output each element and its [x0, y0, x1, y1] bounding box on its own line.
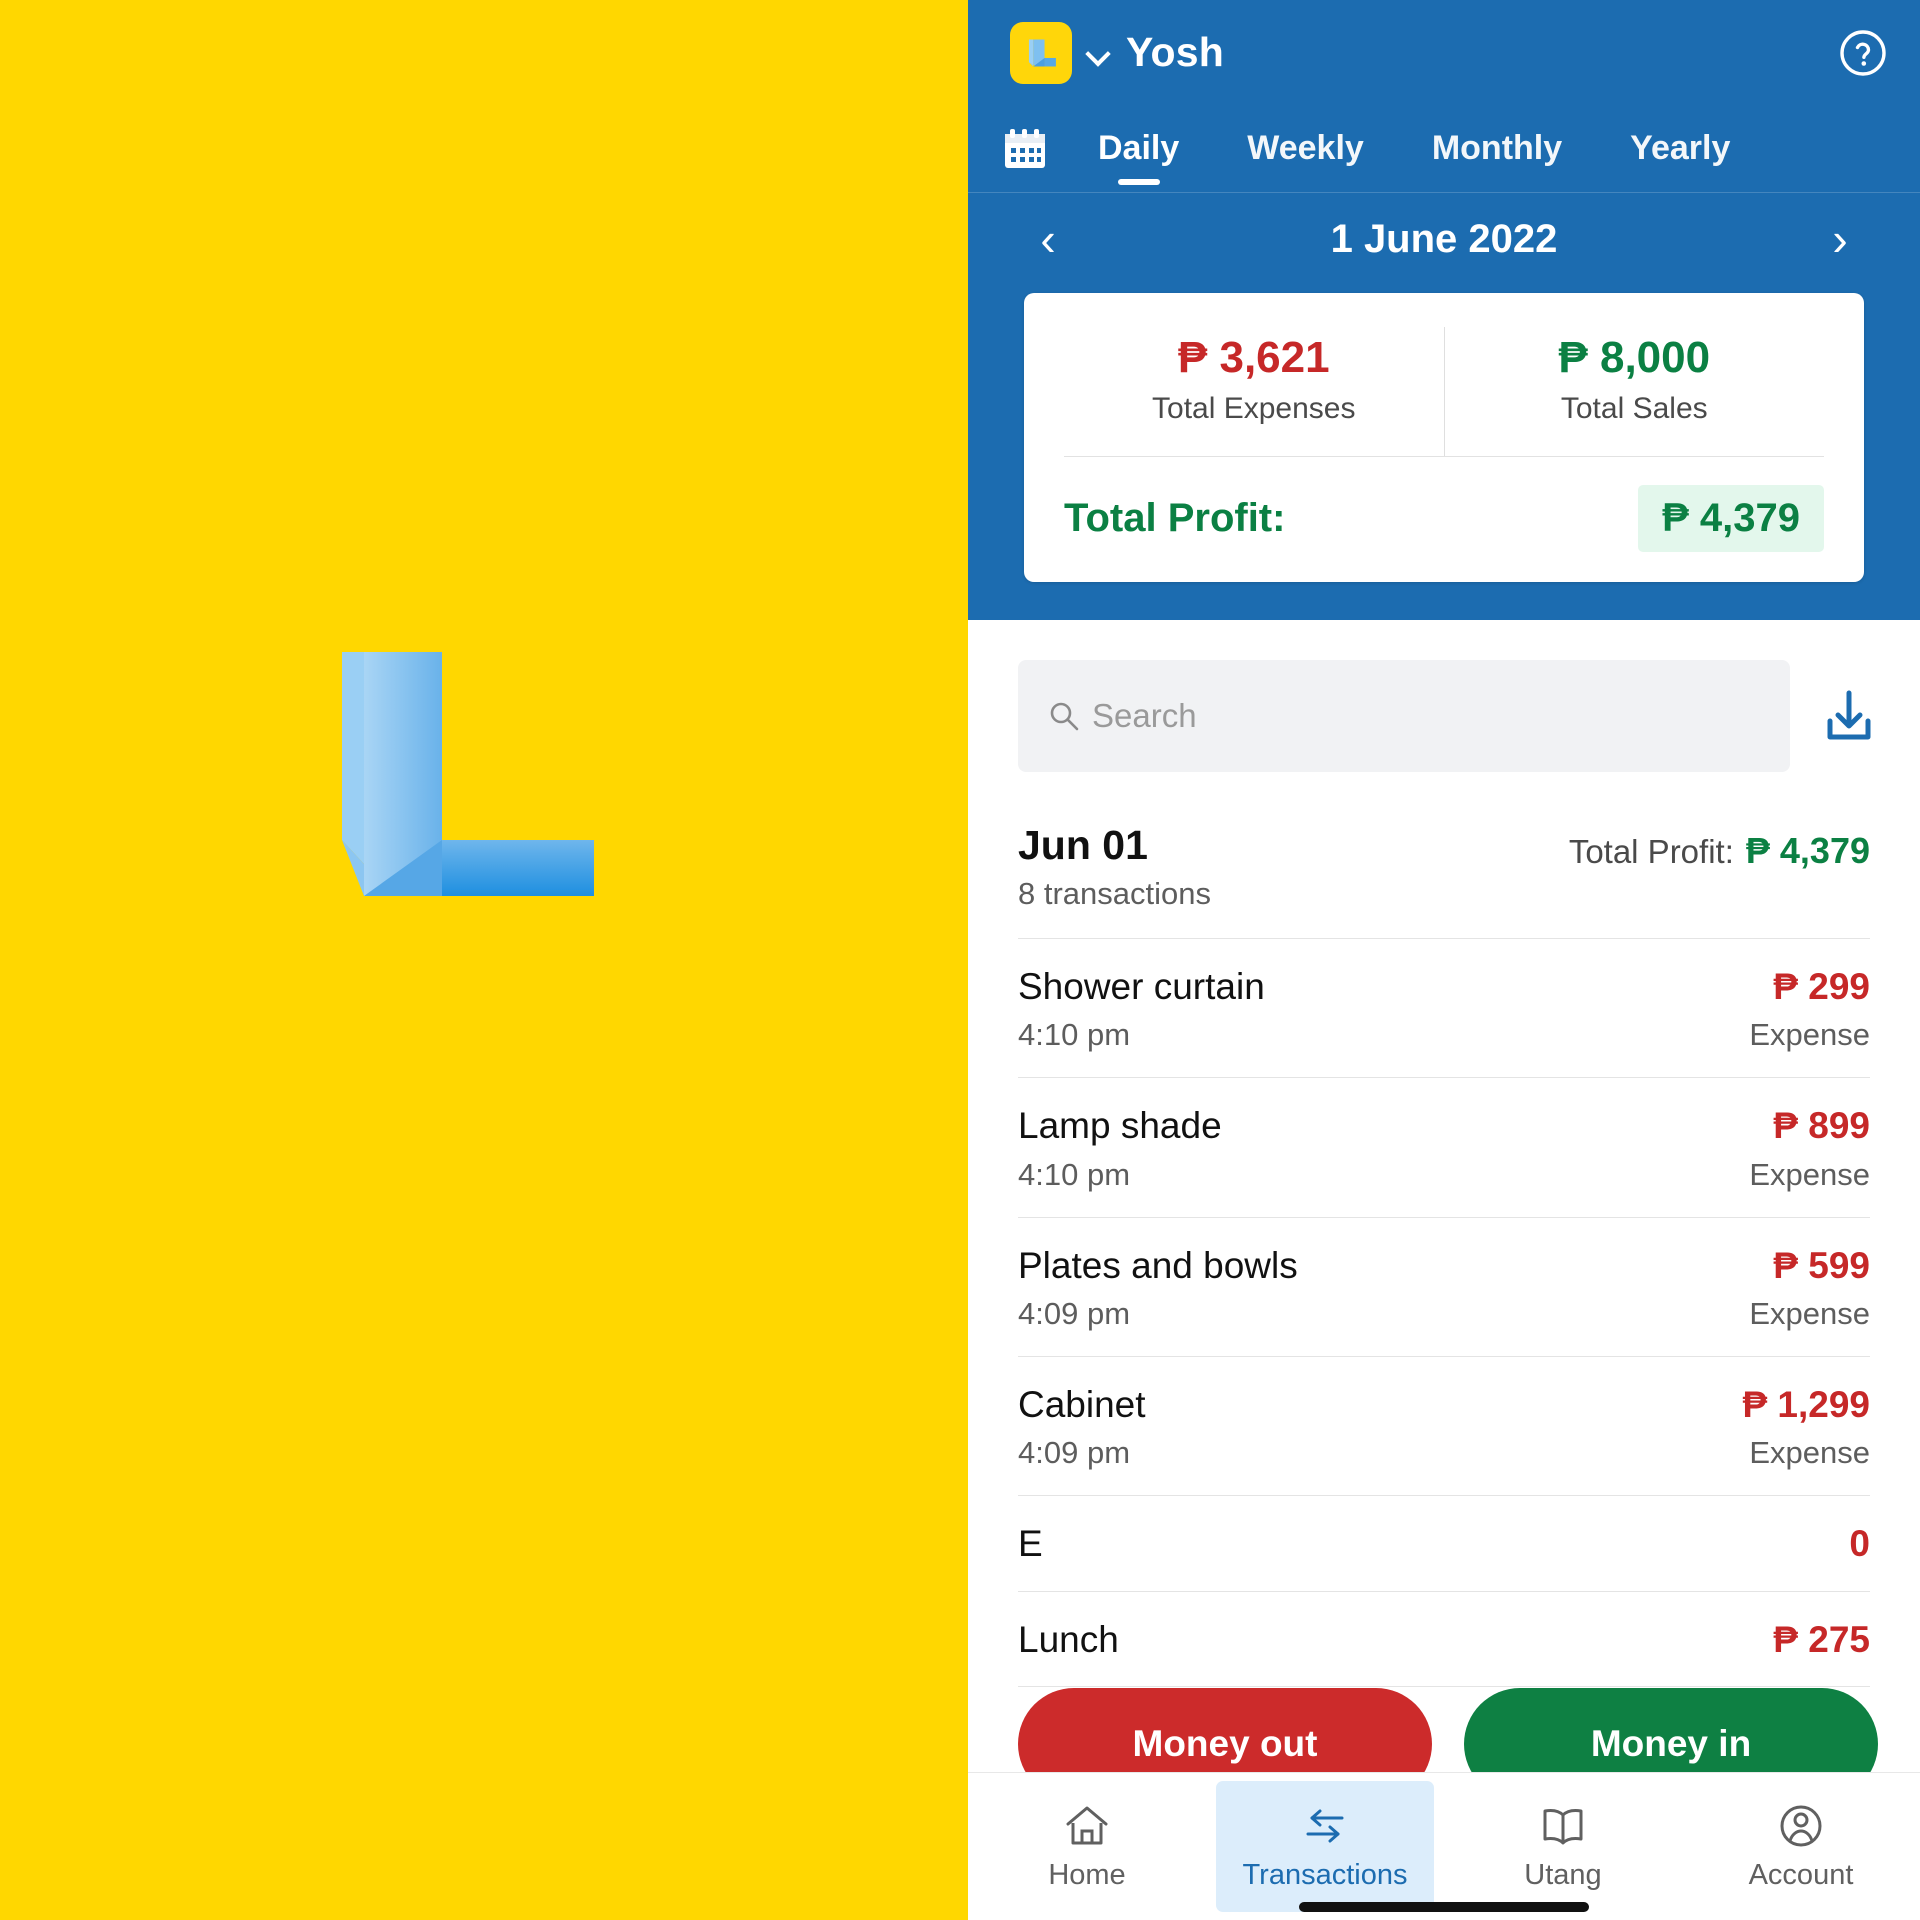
search-box[interactable] [1018, 659, 1790, 772]
letter-l-logo [334, 640, 624, 940]
day-group-date: Jun 01 [1018, 821, 1148, 868]
next-date-button[interactable]: › [1816, 216, 1864, 262]
user-circle-icon [1774, 1801, 1828, 1851]
nav-label-transactions: Transactions [1242, 1859, 1408, 1891]
total-expenses-block: ₱ 3,621 Total Expenses [1064, 327, 1444, 456]
day-group-profit-amount: ₱ 4,379 [1745, 829, 1870, 871]
content-area: Jun 01 8 transactions Total Profit: ₱ 4,… [968, 619, 1920, 1920]
transaction-amount: ₱ 899 [1773, 1105, 1870, 1147]
total-expenses-label: Total Expenses [1152, 391, 1356, 425]
nav-label-account: Account [1748, 1859, 1854, 1891]
current-date-label: 1 June 2022 [1330, 216, 1558, 261]
transaction-time: 4:09 pm [1018, 1435, 1131, 1471]
home-icon [1060, 1801, 1114, 1851]
nav-item-utang[interactable]: Utang [1454, 1781, 1672, 1912]
transaction-time: 4:09 pm [1018, 1295, 1131, 1331]
table-row[interactable]: Lamp shade 4:10 pm ₱ 899 Expense [1018, 1078, 1870, 1218]
transaction-type: Expense [1749, 1295, 1870, 1331]
table-row[interactable]: Plates and bowls 4:09 pm ₱ 599 Expense [1018, 1218, 1870, 1357]
calendar-icon[interactable] [1002, 127, 1048, 171]
table-row[interactable]: Shower curtain 4:10 pm ₱ 299 Expense [1018, 939, 1870, 1079]
nav-label-utang: Utang [1524, 1859, 1602, 1891]
transaction-info: Shower curtain 4:10 pm [1018, 965, 1265, 1053]
store-name[interactable]: Yosh [1126, 29, 1224, 76]
total-profit-row: Total Profit: ₱ 4,379 [1064, 457, 1824, 552]
chevron-down-icon[interactable] [1084, 39, 1112, 67]
tab-daily[interactable]: Daily [1092, 105, 1185, 193]
transaction-time: 4:10 pm [1018, 1017, 1131, 1053]
transaction-info: Plates and bowls 4:09 pm [1018, 1244, 1298, 1332]
tab-monthly[interactable]: Monthly [1426, 105, 1568, 193]
app-header: Yosh Daily Weekly Monthly Yearly ‹ 1 Jun… [968, 0, 1920, 620]
transaction-value: 0 [1849, 1522, 1870, 1566]
book-icon [1536, 1801, 1590, 1851]
download-icon[interactable] [1818, 685, 1880, 747]
transaction-info: Cabinet 4:09 pm [1018, 1383, 1146, 1471]
transaction-value: ₱ 299 Expense [1749, 965, 1870, 1053]
help-circle-icon[interactable] [1838, 28, 1888, 78]
day-group-left: Jun 01 8 transactions [1018, 822, 1569, 912]
table-row[interactable]: Cabinet 4:09 pm ₱ 1,299 Expense [1018, 1357, 1870, 1497]
period-tabs: Daily Weekly Monthly Yearly [968, 105, 1920, 193]
transaction-amount: ₱ 275 [1773, 1618, 1870, 1660]
transaction-title: E [1018, 1523, 1043, 1565]
table-row[interactable]: E 0 [1018, 1496, 1870, 1592]
screen: Yosh Daily Weekly Monthly Yearly ‹ 1 Jun… [0, 0, 1920, 1920]
transaction-info: Lunch [1018, 1618, 1119, 1662]
totals-row: ₱ 3,621 Total Expenses ₱ 8,000 Total Sal… [1064, 327, 1824, 456]
transaction-title: Cabinet [1018, 1383, 1146, 1425]
transaction-time: 4:10 pm [1018, 1156, 1131, 1192]
day-group-profit-label: Total Profit: [1568, 832, 1734, 870]
transaction-title: Lunch [1018, 1618, 1119, 1660]
bottom-navigation: Home Transactions Utang Account [968, 1772, 1920, 1920]
transaction-list: Jun 01 8 transactions Total Profit: ₱ 4,… [968, 798, 1920, 1688]
search-icon [1048, 700, 1080, 732]
transaction-value: ₱ 275 [1773, 1618, 1870, 1662]
prev-date-button[interactable]: ‹ [1024, 216, 1072, 262]
search-input[interactable] [1092, 696, 1760, 735]
transaction-type: Expense [1749, 1156, 1870, 1192]
app-panel: Yosh Daily Weekly Monthly Yearly ‹ 1 Jun… [968, 0, 1920, 1920]
total-profit-label: Total Profit: [1064, 495, 1286, 540]
search-row [968, 620, 1920, 798]
brand-panel [0, 0, 968, 1920]
total-expenses-amount: ₱ 3,621 [1177, 333, 1330, 382]
tab-yearly[interactable]: Yearly [1624, 105, 1736, 193]
summary-card-wrap: ₱ 3,621 Total Expenses ₱ 8,000 Total Sal… [968, 285, 1920, 620]
transaction-amount: 0 [1849, 1523, 1870, 1565]
total-profit-amount: ₱ 4,379 [1638, 484, 1824, 552]
day-group-count: 8 transactions [1018, 875, 1211, 911]
total-sales-block: ₱ 8,000 Total Sales [1443, 327, 1825, 456]
day-group-header: Jun 01 8 transactions Total Profit: ₱ 4,… [1018, 798, 1870, 939]
transaction-title: Plates and bowls [1018, 1244, 1298, 1286]
nav-item-account[interactable]: Account [1692, 1781, 1910, 1912]
nav-label-home: Home [1048, 1859, 1126, 1891]
day-group-profit: Total Profit: ₱ 4,379 [1569, 822, 1870, 872]
nav-item-home[interactable]: Home [978, 1781, 1196, 1912]
nav-item-transactions[interactable]: Transactions [1216, 1781, 1434, 1912]
topbar: Yosh [968, 0, 1920, 105]
total-sales-amount: ₱ 8,000 [1558, 333, 1711, 382]
letter-l-logo [1010, 21, 1072, 84]
transaction-value: ₱ 599 Expense [1749, 1244, 1870, 1332]
date-navigator: ‹ 1 June 2022 › [968, 193, 1920, 285]
transaction-type: Expense [1749, 1017, 1870, 1053]
transaction-amount: ₱ 299 [1773, 965, 1870, 1007]
transaction-value: ₱ 1,299 Expense [1742, 1383, 1870, 1471]
home-indicator [1299, 1902, 1589, 1912]
transaction-title: Lamp shade [1018, 1105, 1222, 1147]
summary-card: ₱ 3,621 Total Expenses ₱ 8,000 Total Sal… [1024, 293, 1864, 582]
table-row[interactable]: Lunch ₱ 275 [1018, 1592, 1870, 1688]
transaction-value: ₱ 899 Expense [1749, 1104, 1870, 1192]
transaction-title: Shower curtain [1018, 965, 1265, 1007]
transaction-amount: ₱ 1,299 [1742, 1383, 1870, 1425]
transfer-arrows-icon [1298, 1801, 1352, 1851]
transaction-type: Expense [1749, 1435, 1870, 1471]
transaction-info: Lamp shade 4:10 pm [1018, 1104, 1222, 1192]
transaction-info: E [1018, 1522, 1043, 1566]
total-sales-label: Total Sales [1560, 391, 1708, 425]
tab-weekly[interactable]: Weekly [1241, 105, 1370, 193]
transaction-amount: ₱ 599 [1773, 1244, 1870, 1286]
